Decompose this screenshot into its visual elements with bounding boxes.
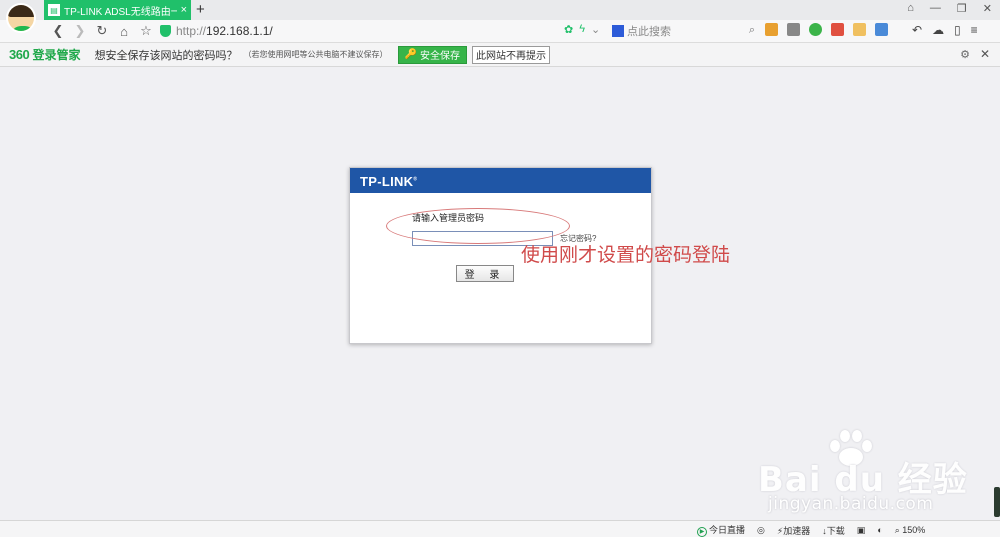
tab-title: TP-LINK ADSL无线路由一体机 [64,6,177,18]
back-icon[interactable]: ❮ [47,23,69,39]
apps-icon[interactable] [765,23,778,36]
key-icon: 🔑 [404,49,418,60]
address-actions: ✿ ϟ ⌄ [564,23,600,36]
login-button[interactable]: 登 录 [456,265,514,282]
extension-icons [765,23,888,36]
save-password-label: 安全保存 [420,51,461,62]
live-button[interactable]: ▶ 今日直播 [697,523,745,537]
phone-icon[interactable]: ▯ [954,23,961,37]
never-prompt-button[interactable]: 此网站不再提示 [472,45,551,64]
tab-favicon-icon: ▤ [48,4,60,16]
annotation-text: 使用刚才设置的密码登陆 [521,244,731,266]
browser-toolbar: ❮ ❯ ↻ ⌂ ☆ http://192.168.1.1/ ✿ ϟ ⌄ 点此搜索… [0,20,1000,42]
live-label: 今日直播 [709,525,746,535]
chevron-down-icon[interactable]: ⌄ [591,23,600,36]
password-save-bar: 360 登录管家 想安全保存该网站的密码吗？ （若您使用网吧等公共电脑不建议保存… [0,42,1000,67]
zoom-level: 150% [902,524,926,535]
print-icon[interactable] [787,23,800,36]
gear-green-icon[interactable]: ✿ [564,23,573,36]
avatar-hair [8,5,34,17]
status-items: ▶ 今日直播 ◎ ⚡加速器 ↓下载 ▣ ◐ ⌕ 150% [697,523,925,537]
panel-header: TP-LINK® [350,168,651,193]
cloud-icon[interactable]: ☁ [932,23,944,37]
window-controls: ⌂ — ❐ ✕ [907,2,992,15]
restore-icon[interactable]: ❐ [957,2,967,15]
url-protocol: http:// [176,24,207,38]
password-prompt: 请输入管理员密码 [412,213,485,223]
search-box[interactable]: 点此搜索 ⌕ [612,21,757,41]
minimize-icon[interactable]: — [930,2,941,15]
new-tab-button[interactable]: + [196,1,205,18]
login-manager-brand: 360 登录管家 [9,46,81,63]
security-icon[interactable] [809,23,822,36]
watermark-url: jingyan.baidu.com [768,494,934,514]
lightning-icon[interactable]: ϟ [579,23,585,36]
brand-name: 登录管家 [32,48,81,62]
zoom-control[interactable]: ⌕ 150% [895,525,926,536]
accelerator-button[interactable]: ⚡加速器 [777,524,810,537]
search-engine-icon [612,25,624,37]
side-scroll-handle[interactable] [994,487,1000,517]
image-icon[interactable]: ▣ [857,525,866,536]
play-icon: ▶ [697,527,707,537]
translate-icon[interactable] [831,23,844,36]
bookmark-star-icon[interactable]: ☆ [135,23,157,39]
reload-icon[interactable]: ↻ [91,23,113,39]
download-button[interactable]: ↓下载 [822,524,845,537]
zoom-icon: ⌕ [894,524,900,535]
public-pc-note: （若您使用网吧等公共电脑不建议保存） [243,50,388,59]
gear-icon[interactable]: ⚙ [960,48,970,61]
tab-strip: ▤ TP-LINK ADSL无线路由一体机 × + ⌂ — ❐ ✕ [0,0,1000,33]
close-window-icon[interactable]: ✕ [983,2,992,15]
registered-mark: ® [413,176,418,183]
home-icon[interactable]: ⌂ [113,24,135,39]
screenshot-icon[interactable]: ◎ [757,525,765,536]
user-avatar[interactable] [6,3,36,33]
address-bar[interactable]: http://192.168.1.1/ [160,21,610,41]
menu-icon[interactable]: ≡ [971,23,978,37]
search-icon[interactable]: ⌕ [749,24,755,37]
close-icon[interactable]: ✕ [980,47,990,61]
search-input[interactable]: 点此搜索 [627,23,671,39]
status-bar: ▶ 今日直播 ◎ ⚡加速器 ↓下载 ▣ ◐ ⌕ 150% [0,520,1000,537]
brand-360: 360 [9,47,30,62]
undo-icon[interactable]: ↶ [912,23,922,37]
search-tool-icon[interactable] [875,23,888,36]
secure-shield-icon [160,25,171,37]
mail-icon[interactable] [853,23,866,36]
accelerator-label: 加速器 [783,525,811,536]
download-label: 下载 [826,525,845,536]
tplink-logo-text: TP-LINK [360,174,414,189]
tab-tplink[interactable]: ▤ TP-LINK ADSL无线路由一体机 × [44,0,191,20]
save-password-button[interactable]: 🔑 安全保存 [397,45,468,64]
skin-icon[interactable]: ⌂ [907,2,914,15]
save-password-question: 想安全保存该网站的密码吗？ [94,49,238,62]
url-host: 192.168.1.1/ [206,24,273,38]
sound-icon[interactable]: ◐ [877,525,882,535]
forward-icon[interactable]: ❯ [69,23,91,39]
tplink-logo: TP-LINK® [360,174,417,189]
tool-icons: ↶ ☁ ▯ ≡ [912,23,978,37]
tab-close-icon[interactable]: × [181,4,187,16]
